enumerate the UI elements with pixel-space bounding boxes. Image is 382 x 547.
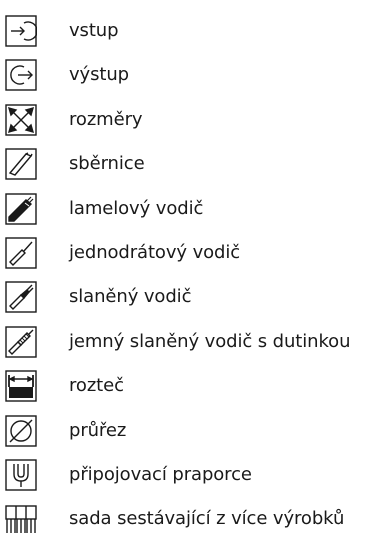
legend-item-dimensions: rozměry: [5, 98, 377, 142]
legend-item-fine-stranded-ferrule: jemný slaněný vodič s dutinkou: [5, 320, 377, 364]
legend-label-connection-lug: připojovací praporce: [69, 463, 252, 485]
stranded-wire-icon: [5, 281, 37, 314]
legend-label-dimensions: rozměry: [69, 108, 143, 130]
laminated-conductor-icon: [5, 192, 37, 225]
legend-item-multi-product-set: sada sestávající z více výrobků: [5, 497, 377, 541]
legend-label-multi-product-set: sada sestávající z více výrobků: [69, 508, 345, 530]
solid-wire-icon: [5, 237, 37, 269]
legend-item-busbar: sběrnice: [5, 142, 377, 186]
pitch-icon: [5, 370, 37, 402]
busbar-icon: [5, 148, 37, 180]
connection-lug-icon: [5, 459, 37, 491]
legend-item-input: vstup: [5, 9, 377, 53]
dimensions-icon: [5, 104, 37, 136]
legend-item-solid-wire: jednodrátový vodič: [5, 231, 377, 275]
fine-stranded-ferrule-icon: [5, 326, 37, 358]
legend-label-fine-stranded-ferrule: jemný slaněný vodič s dutinkou: [69, 330, 351, 352]
legend-item-cross-section: průřez: [5, 409, 377, 453]
output-arrow-icon: [5, 59, 37, 92]
legend-label-input: vstup: [69, 20, 119, 41]
cross-section-icon: [5, 414, 37, 447]
legend-label-solid-wire: jednodrátový vodič: [69, 241, 241, 263]
legend-label-output: výstup: [69, 64, 129, 86]
legend-item-stranded-wire: slaněný vodič: [5, 275, 377, 319]
legend-item-connection-lug: připojovací praporce: [5, 453, 377, 497]
multi-product-set-icon: [5, 503, 37, 535]
symbol-legend: vstup výstup rozměry sběrnice lamelový v…: [5, 9, 377, 542]
legend-label-stranded-wire: slaněný vodič: [69, 286, 192, 308]
legend-label-laminated-conductor: lamelový vodič: [69, 197, 204, 219]
legend-item-output: výstup: [5, 53, 377, 97]
legend-label-pitch: rozteč: [69, 375, 124, 397]
legend-item-laminated-conductor: lamelový vodič: [5, 187, 377, 231]
legend-label-busbar: sběrnice: [69, 153, 145, 175]
legend-item-pitch: rozteč: [5, 364, 377, 408]
input-arrow-icon: [5, 15, 37, 47]
legend-label-cross-section: průřez: [69, 419, 127, 441]
